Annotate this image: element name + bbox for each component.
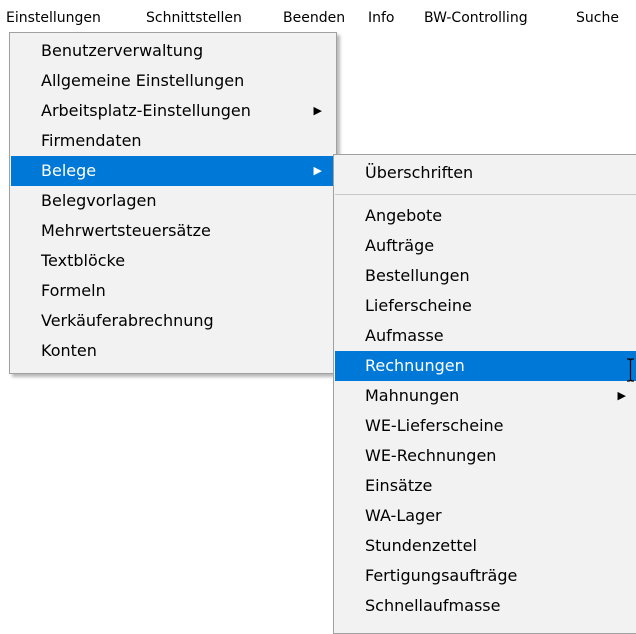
menubar-item-bw-controlling[interactable]: BW-Controlling [424,9,528,27]
menubar-item-schnittstellen[interactable]: Schnittstellen [146,9,242,27]
submenu-item-we-lieferscheine[interactable]: WE-Lieferscheine [335,411,636,441]
menu-item-label: Firmendaten [41,131,142,150]
menu-item-label: Belege [41,161,97,180]
menu-item-label: Allgemeine Einstellungen [41,71,245,90]
submenu-item-rechnungen[interactable]: Rechnungen [335,351,636,381]
submenu-item-stundenzettel[interactable]: Stundenzettel [335,531,636,561]
menu-item-formeln[interactable]: Formeln [11,276,335,306]
menu-item-belegvorlagen[interactable]: Belegvorlagen [11,186,335,216]
menu-item-firmendaten[interactable]: Firmendaten [11,126,335,156]
menubar-item-beenden[interactable]: Beenden [283,9,345,27]
submenu-item-aufmasse[interactable]: Aufmasse [335,321,636,351]
menu-item-textbloecke[interactable]: Textblöcke [11,246,335,276]
chevron-right-icon: ▶ [313,164,322,177]
einstellungen-menu: Benutzerverwaltung Allgemeine Einstellun… [9,32,337,374]
menu-item-label: Belegvorlagen [41,191,157,210]
menu-item-label: WE-Rechnungen [365,446,497,465]
menu-item-label: WE-Lieferscheine [365,416,504,435]
menu-item-label: Stundenzettel [365,536,477,555]
menu-item-label: Formeln [41,281,106,300]
menu-item-label: Aufträge [365,236,435,255]
menu-item-label: Überschriften [365,163,474,182]
submenu-item-schnellaufmasse[interactable]: Schnellaufmasse [335,591,636,621]
menu-item-verkaeuferabrechnung[interactable]: Verkäuferabrechnung [11,306,335,336]
menu-separator [335,194,636,195]
menu-item-label: Textblöcke [41,251,126,270]
submenu-item-lieferscheine[interactable]: Lieferscheine [335,291,636,321]
menu-item-mehrwertsteuersaetze[interactable]: Mehrwertsteuersätze [11,216,335,246]
menu-item-label: Aufmasse [365,326,444,345]
menu-item-allgemeine-einstellungen[interactable]: Allgemeine Einstellungen [11,66,335,96]
submenu-item-mahnungen[interactable]: Mahnungen ▶ [335,381,636,411]
menu-item-label: Schnellaufmasse [365,596,501,615]
menu-item-label: Lieferscheine [365,296,472,315]
menubar-item-suche[interactable]: Suche [576,9,619,27]
menu-item-label: WA-Lager [365,506,442,525]
menu-item-label: Benutzerverwaltung [41,41,204,60]
chevron-right-icon: ▶ [313,104,322,117]
submenu-item-ueberschriften[interactable]: Überschriften [335,158,636,188]
menu-item-label: Einsätze [365,476,433,495]
submenu-item-auftraege[interactable]: Aufträge [335,231,636,261]
submenu-item-bestellungen[interactable]: Bestellungen [335,261,636,291]
submenu-item-angebote[interactable]: Angebote [335,201,636,231]
text-cursor-icon [627,358,634,382]
menubar-item-info[interactable]: Info [368,9,395,27]
menu-item-label: Arbeitsplatz-Einstellungen [41,101,251,120]
menu-item-label: Mahnungen [365,386,460,405]
submenu-item-einsaetze[interactable]: Einsätze [335,471,636,501]
menubar-item-einstellungen[interactable]: Einstellungen [6,9,101,27]
menu-item-label: Rechnungen [365,356,465,375]
menu-item-benutzerverwaltung[interactable]: Benutzerverwaltung [11,36,335,66]
submenu-item-we-rechnungen[interactable]: WE-Rechnungen [335,441,636,471]
menu-item-label: Fertigungsaufträge [365,566,518,585]
menu-item-konten[interactable]: Konten [11,336,335,366]
menu-bar: Einstellungen Schnittstellen Beenden Inf… [0,0,636,34]
menu-item-belege[interactable]: Belege ▶ [11,156,335,186]
menu-item-label: Verkäuferabrechnung [41,311,214,330]
chevron-right-icon: ▶ [617,389,626,402]
menu-item-label: Konten [41,341,97,360]
menu-item-arbeitsplatz-einstellungen[interactable]: Arbeitsplatz-Einstellungen ▶ [11,96,335,126]
menu-item-label: Bestellungen [365,266,470,285]
belege-submenu: Überschriften Angebote Aufträge Bestellu… [333,154,636,634]
submenu-item-fertigungsauftraege[interactable]: Fertigungsaufträge [335,561,636,591]
submenu-item-wa-lager[interactable]: WA-Lager [335,501,636,531]
menu-item-label: Angebote [365,206,443,225]
menu-item-label: Mehrwertsteuersätze [41,221,211,240]
